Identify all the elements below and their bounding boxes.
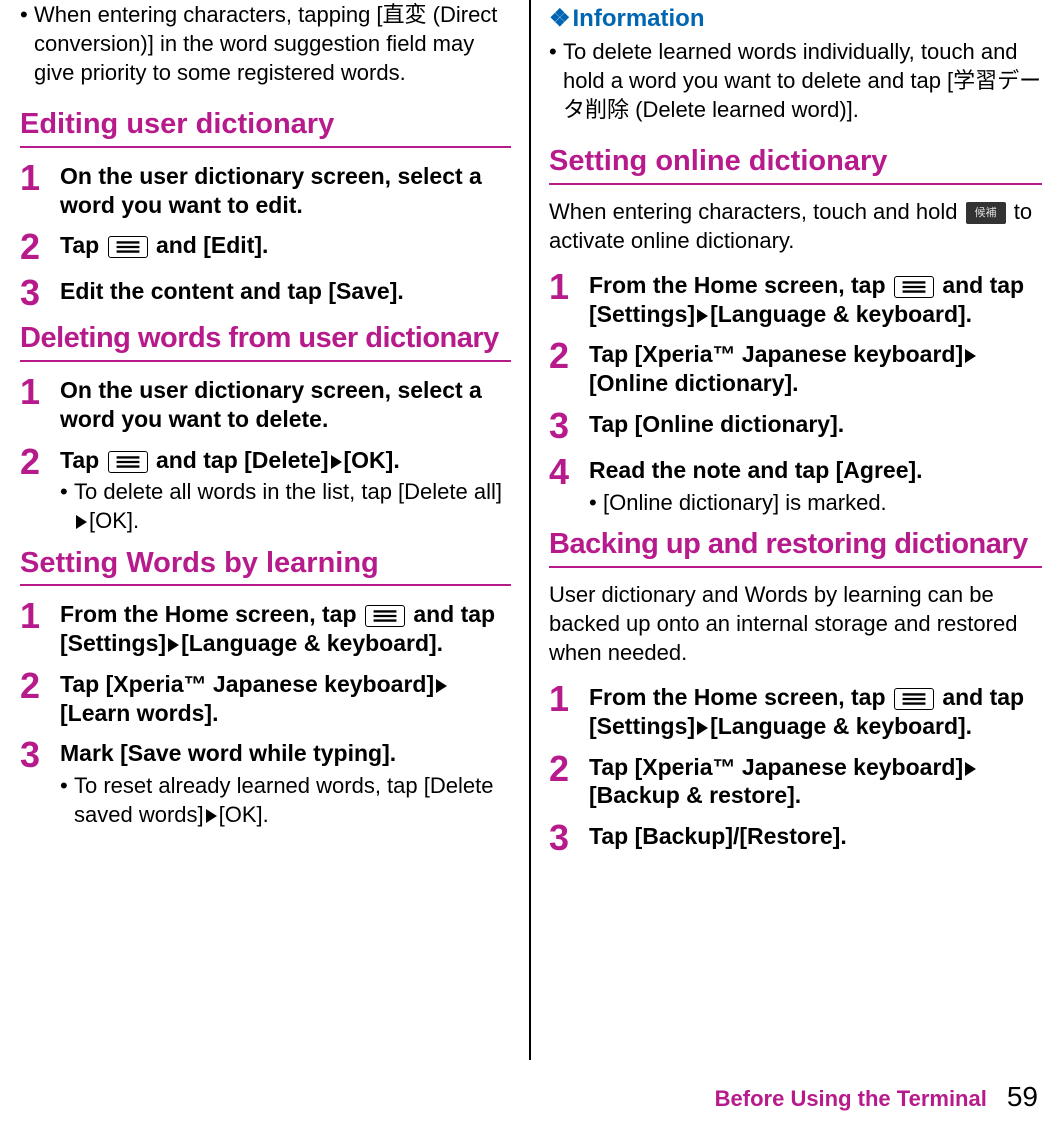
menu-icon [365, 605, 405, 627]
learning-step-3: 3 Mark [Save word while typing]. To rese… [20, 737, 511, 829]
step-title: Mark [Save word while typing]. [60, 739, 511, 768]
step-number: 3 [549, 408, 573, 444]
menu-icon [894, 688, 934, 710]
triangle-icon [965, 762, 976, 776]
step-number: 3 [549, 820, 573, 856]
heading-backup-restore-dictionary: Backing up and restoring dictionary [549, 527, 1042, 568]
step-title: Tap [Online dictionary]. [589, 410, 1042, 439]
online-step-4: 4 Read the note and tap [Agree]. [Online… [549, 454, 1042, 517]
heading-deleting-words: Deleting words from user dictionary [20, 321, 511, 362]
triangle-icon [331, 455, 342, 469]
step-title: On the user dictionary screen, select a … [60, 376, 511, 434]
step-title: Tap and tap [Delete][OK]. [60, 446, 511, 475]
online-step-1: 1 From the Home screen, tap and tap [Set… [549, 269, 1042, 329]
step-number: 2 [20, 229, 44, 265]
menu-icon [108, 236, 148, 258]
step-title: Read the note and tap [Agree]. [589, 456, 1042, 485]
step-title: Tap and [Edit]. [60, 231, 511, 260]
step-note-item: To delete all words in the list, tap [De… [60, 478, 511, 535]
step-number: 1 [20, 374, 44, 434]
editing-step-2: 2 Tap and [Edit]. [20, 229, 511, 265]
menu-icon [894, 276, 934, 298]
backup-step-3: 3 Tap [Backup]/[Restore]. [549, 820, 1042, 856]
step-number: 4 [549, 454, 573, 517]
page-footer: Before Using the Terminal 59 [715, 1081, 1038, 1113]
deleting-step-2: 2 Tap and tap [Delete][OK]. To delete al… [20, 444, 511, 536]
step-title: From the Home screen, tap and tap [Setti… [589, 683, 1042, 741]
learning-step-2: 2 Tap [Xperia™ Japanese keyboard][Learn … [20, 668, 511, 728]
triangle-icon [76, 515, 87, 529]
step-note-list: To reset already learned words, tap [Del… [60, 772, 511, 829]
backup-step-1: 1 From the Home screen, tap and tap [Set… [549, 681, 1042, 741]
step-note-list: To delete all words in the list, tap [De… [60, 478, 511, 535]
step-note-item: To reset already learned words, tap [Del… [60, 772, 511, 829]
step-title: Tap [Backup]/[Restore]. [589, 822, 1042, 851]
information-heading: ❖Information [549, 4, 1042, 33]
step-number: 1 [549, 269, 573, 329]
step-number: 2 [549, 751, 573, 811]
intro-note-list: When entering characters, tapping [直変 (D… [20, 0, 511, 87]
online-step-2: 2 Tap [Xperia™ Japanese keyboard][Online… [549, 338, 1042, 398]
step-number: 3 [20, 737, 44, 829]
backup-step-2: 2 Tap [Xperia™ Japanese keyboard][Backup… [549, 751, 1042, 811]
step-title: Tap [Xperia™ Japanese keyboard][Backup &… [589, 753, 1042, 811]
online-step-3: 3 Tap [Online dictionary]. [549, 408, 1042, 444]
step-title: From the Home screen, tap and tap [Setti… [60, 600, 511, 658]
footer-section-label: Before Using the Terminal [715, 1086, 987, 1112]
editing-step-1: 1 On the user dictionary screen, select … [20, 160, 511, 220]
heading-editing-user-dictionary: Editing user dictionary [20, 107, 511, 148]
menu-icon [108, 451, 148, 473]
info-note-item: To delete learned words individually, to… [549, 37, 1042, 124]
editing-step-3: 3 Edit the content and tap [Save]. [20, 275, 511, 311]
online-intro: When entering characters, touch and hold… [549, 197, 1042, 255]
intro-note-item: When entering characters, tapping [直変 (D… [20, 0, 511, 87]
step-number: 1 [20, 598, 44, 658]
step-number: 2 [20, 444, 44, 536]
step-number: 2 [549, 338, 573, 398]
triangle-icon [697, 309, 708, 323]
triangle-icon [206, 809, 217, 823]
step-note-list: [Online dictionary] is marked. [589, 489, 1042, 518]
heading-setting-online-dictionary: Setting online dictionary [549, 144, 1042, 185]
triangle-icon [697, 721, 708, 735]
step-title: From the Home screen, tap and tap [Setti… [589, 271, 1042, 329]
step-title: On the user dictionary screen, select a … [60, 162, 511, 220]
backup-intro: User dictionary and Words by learning ca… [549, 580, 1042, 667]
deleting-step-1: 1 On the user dictionary screen, select … [20, 374, 511, 434]
triangle-icon [168, 638, 179, 652]
step-number: 1 [549, 681, 573, 741]
info-note-list: To delete learned words individually, to… [549, 37, 1042, 124]
step-title: Tap [Xperia™ Japanese keyboard][Learn wo… [60, 670, 511, 728]
triangle-icon [965, 349, 976, 363]
triangle-icon [436, 679, 447, 693]
option-key-icon: 候補 [966, 202, 1006, 224]
step-number: 2 [20, 668, 44, 728]
step-title: Edit the content and tap [Save]. [60, 277, 511, 306]
step-note-item: [Online dictionary] is marked. [589, 489, 1042, 518]
learning-step-1: 1 From the Home screen, tap and tap [Set… [20, 598, 511, 658]
page-number: 59 [1007, 1081, 1038, 1113]
step-number: 1 [20, 160, 44, 220]
diamond-icon: ❖ [549, 5, 569, 32]
step-title: Tap [Xperia™ Japanese keyboard][Online d… [589, 340, 1042, 398]
step-number: 3 [20, 275, 44, 311]
heading-setting-words-by-learning: Setting Words by learning [20, 546, 511, 587]
